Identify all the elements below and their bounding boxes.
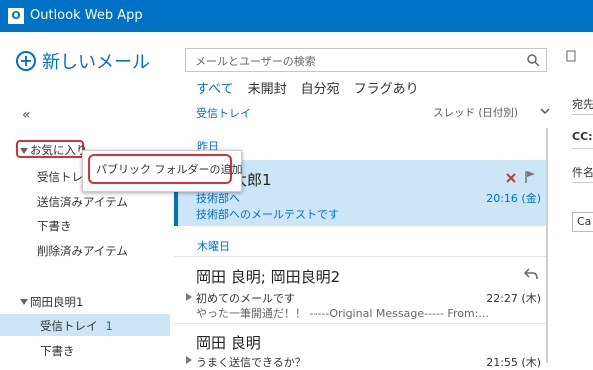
new-mail-label: 新しいメール [42, 52, 150, 73]
to-field-label: 宛先 [572, 98, 593, 111]
sidebar-item-deleted[interactable]: 削除済みアイテム [37, 243, 128, 259]
divider [572, 182, 593, 183]
filter-unread[interactable]: 未開封 [248, 78, 287, 97]
list-scrollbar[interactable] [546, 128, 548, 363]
divider [572, 148, 593, 149]
message-subject: うまく送信できるか？ [196, 356, 306, 369]
add-public-folder-menu-item[interactable]: パブリック フォルダーの追加 [96, 161, 243, 177]
cancel-button[interactable]: Ca [572, 212, 593, 232]
unread-count: 1 [105, 319, 113, 333]
search-placeholder: メールとユーザーの検索 [195, 55, 316, 68]
message-preview: 技術部へのメールテストです [196, 208, 339, 221]
chevron-down-icon[interactable] [540, 108, 550, 115]
plus-circle-icon: + [16, 51, 36, 71]
reply-icon [524, 268, 538, 280]
expand-triangle-icon[interactable] [20, 148, 28, 154]
sidebar-item-account-inbox[interactable]: 受信トレイ 1 [40, 318, 113, 334]
message-time: 21:55 (木) [486, 356, 541, 369]
search-input[interactable]: メールとユーザーの検索 [185, 48, 547, 72]
flag-icon[interactable] [524, 170, 536, 184]
filter-to-me[interactable]: 自分宛 [301, 78, 340, 97]
expand-thread-icon[interactable] [186, 293, 192, 301]
sidebar-item-label: 受信トレイ [40, 319, 98, 333]
sort-dropdown[interactable]: スレッド (日付別) [433, 105, 518, 120]
message-subject: 初めてのメールです [196, 292, 295, 305]
popout-icon[interactable] [566, 50, 576, 62]
divider [572, 114, 593, 115]
message-time: 22:27 (木) [486, 292, 541, 305]
list-folder-label: 受信トレイ [196, 107, 251, 120]
message-time: 20:16 (金) [486, 192, 541, 205]
message-preview: やった一筆開通だ！！ -----Original Message----- Fr… [196, 307, 489, 320]
search-icon[interactable] [526, 53, 540, 67]
collapse-nav-button[interactable]: « [22, 107, 31, 123]
subject-field-label: 件名 [572, 166, 593, 179]
expand-triangle-icon[interactable] [20, 299, 28, 305]
new-mail-button[interactable]: + 新しいメール [16, 48, 150, 74]
sidebar-item-account-drafts[interactable]: 下書き [40, 343, 75, 359]
message-sender: 岡田 良明 [196, 334, 261, 352]
message-sender: 岡田 良明; 岡田良明2 [196, 268, 341, 286]
favorites-header[interactable]: お気に入り [30, 142, 88, 158]
group-header-thursday: 木曜日 [197, 240, 230, 253]
outlook-logo-icon: O [8, 8, 24, 24]
app-title: Outlook Web App [30, 8, 143, 23]
sidebar-item-drafts[interactable]: 下書き [37, 218, 72, 234]
account-header[interactable]: 岡田良明1 [30, 294, 83, 310]
cc-field-label: CC: [572, 130, 593, 143]
filter-flagged[interactable]: フラグあり [354, 78, 419, 97]
sidebar-item-sent[interactable]: 送信済みアイテム [37, 194, 128, 210]
filter-bar: すべて 未開封 自分宛 フラグあり [196, 78, 419, 97]
filter-all[interactable]: すべて [196, 78, 234, 97]
delete-icon[interactable] [506, 173, 516, 183]
message-subject: 技術部へ [196, 192, 240, 205]
